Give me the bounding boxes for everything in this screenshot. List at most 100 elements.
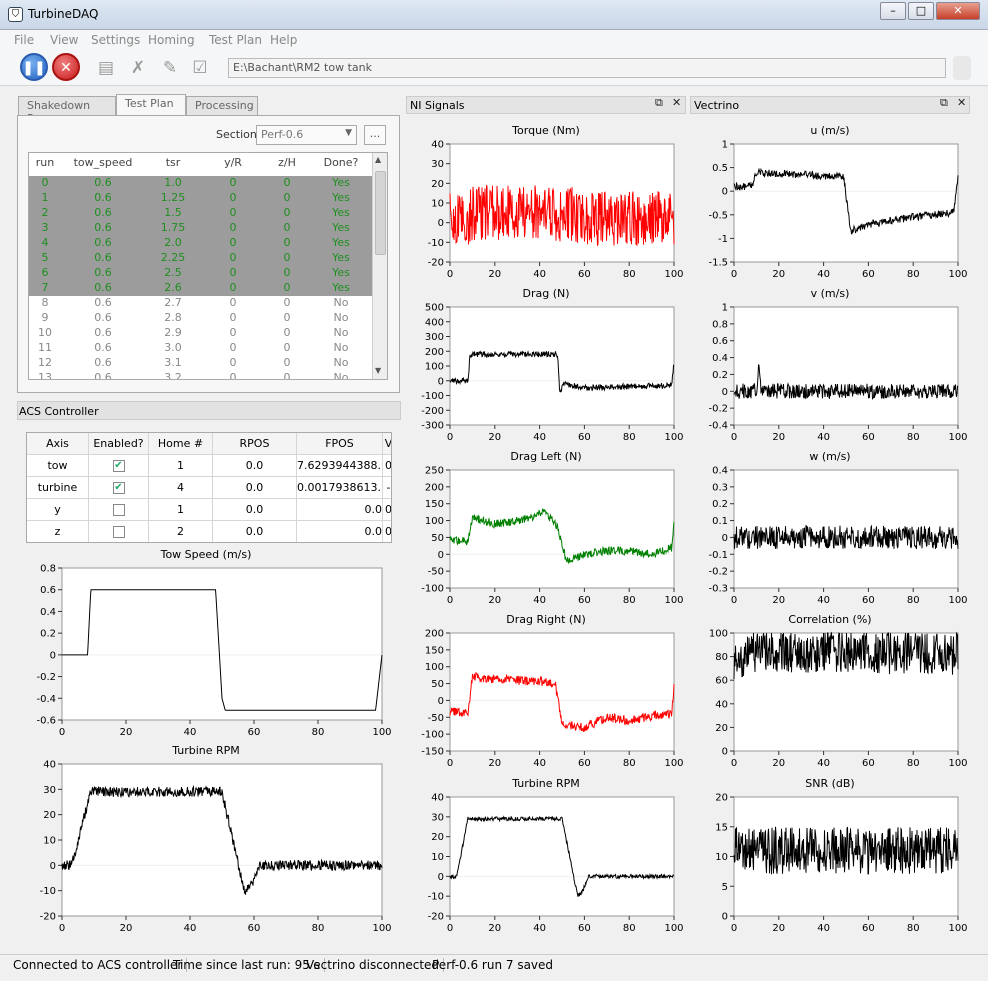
acs-cell-v[interactable]: 0 [383, 455, 391, 477]
acs-cell-axis[interactable]: z [27, 521, 89, 542]
table-row[interactable]: 5 0.6 2.25 0 0 Yes [29, 251, 372, 266]
plot-u[interactable]: u (m/s) 0 20 40 60 80 100 -1.5 -1 -0.5 0 0.5 1 [690, 124, 970, 286]
maximize-button[interactable]: □ [908, 2, 934, 20]
stop-button[interactable]: ✕ [52, 53, 80, 81]
minimize-button[interactable]: – [880, 2, 906, 20]
acs-cell-axis[interactable]: turbine [27, 477, 89, 499]
plot-torque[interactable]: Torque (Nm) 0 20 40 60 80 100 -20 -10 0 10 20 30 40 [406, 124, 686, 286]
plot-canvas[interactable]: 0 20 40 60 80 100 0 5 10 15 20 [690, 791, 970, 938]
enabled-checkbox[interactable] [89, 499, 149, 521]
table-header[interactable]: run tow_speed tsr y/R z/H Done? [29, 156, 372, 171]
plot-drag-left[interactable]: Drag Left (N) 0 20 40 60 80 100 -100 -50 0 50 100 15… [406, 450, 686, 612]
plot-canvas[interactable]: 0 20 40 60 80 100 -100 -50 0 50 100 150 200 250 [406, 464, 686, 610]
scroll-down-icon[interactable]: ▼ [375, 366, 381, 375]
acs-cell-fpos[interactable]: 0.0017938613... [297, 477, 383, 499]
plot-canvas[interactable]: 0 20 40 60 80 100 -0.6 -0.4 -0.2 0 0.2 0.4 0.6 0.8 [18, 562, 394, 742]
table-row[interactable]: 2 0.6 1.5 0 0 Yes [29, 206, 372, 221]
tab-shakedown-run[interactable]: Shakedown Run [18, 96, 116, 125]
plot-v[interactable]: v (m/s) 0 20 40 60 80 100 -0.4 -0.2 0 0.2 0.4 0.6 0.8… [690, 287, 970, 449]
float-icon[interactable]: ⧉ [655, 96, 663, 110]
plot-ni-rpm[interactable]: Turbine RPM 0 20 40 60 80 100 -20 -10 0 10 20 30 40 [406, 777, 686, 940]
acs-axis-table[interactable]: Axis Enabled? Home # RPOS FPOS Vtow ✔ 1 0.0 7.629… [26, 432, 392, 543]
plot-canvas[interactable]: 0 20 40 60 80 100 0 20 40 60 80 100 [690, 627, 970, 773]
acs-cell-fpos[interactable]: 0.0 [297, 521, 383, 542]
close-icon[interactable]: ✕ [957, 96, 966, 109]
checked-icon[interactable]: ✔ [112, 482, 125, 494]
table-row[interactable]: 13 0.6 3.2 0 0 No [29, 371, 372, 379]
table-row[interactable]: 11 0.6 3.0 0 0 No [29, 341, 372, 356]
acs-cell-axis[interactable]: tow [27, 455, 89, 477]
table-row[interactable]: 0 0.6 1.0 0 0 Yes [29, 176, 372, 191]
menu-file[interactable]: File [14, 33, 34, 47]
plan-scrollbar[interactable]: ▲ ▼ [372, 153, 387, 379]
acs-cell-v[interactable]: 0 [383, 521, 391, 542]
plot-canvas[interactable]: 0 20 40 60 80 100 -20 -10 0 10 20 30 40 [406, 791, 686, 938]
unchecked-icon[interactable] [112, 504, 125, 516]
table-row[interactable]: 12 0.6 3.1 0 0 No [29, 356, 372, 371]
table-row[interactable]: 9 0.6 2.8 0 0 No [29, 311, 372, 326]
table-row[interactable]: 7 0.6 2.6 0 0 Yes [29, 281, 372, 296]
printer-icon[interactable]: ▤ [94, 58, 118, 78]
acs-cell-fpos[interactable]: 0.0 [297, 499, 383, 521]
enabled-checkbox[interactable]: ✔ [89, 455, 149, 477]
plot-canvas[interactable]: 0 20 40 60 80 100 -150 -100 -50 0 50 100 150 200 [406, 627, 686, 773]
monitor-check-icon[interactable]: ☑ [188, 58, 212, 78]
scroll-up-icon[interactable]: ▲ [375, 155, 381, 164]
menu-help[interactable]: Help [270, 33, 297, 47]
tab-processing[interactable]: Processing [186, 96, 258, 116]
save-path-field[interactable]: E:\Bachant\RM2 tow tank [228, 58, 946, 78]
scroll-thumb[interactable] [375, 171, 386, 255]
tools-icon[interactable]: ✗ [126, 58, 150, 78]
plot-acs-rpm[interactable]: Turbine RPM 0 20 40 60 80 100 -20 -10 0 10 20 30 40 [18, 744, 394, 940]
plot-w[interactable]: w (m/s) 0 20 40 60 80 100 -0.3 -0.2 -0.1 0 0.1 0.2 0.… [690, 450, 970, 612]
test-plan-table[interactable]: run tow_speed tsr y/R z/H Done? 0 0.6 1.0 0 0 Yes 1 0… [28, 152, 388, 380]
acs-cell-home[interactable]: 4 [149, 477, 213, 499]
table-row[interactable]: 6 0.6 2.5 0 0 Yes [29, 266, 372, 281]
section-dropdown[interactable]: Perf-0.6 ▼ [256, 125, 357, 145]
acs-cell-axis[interactable]: y [27, 499, 89, 521]
menu-test-plan[interactable]: Test Plan [209, 33, 262, 47]
plot-tow-speed[interactable]: Tow Speed (m/s) 0 20 40 60 80 100 -0.6 -0.4 -0.2 0… [18, 548, 394, 744]
acs-cell-home[interactable]: 1 [149, 499, 213, 521]
pause-button[interactable]: ❚❚ [20, 53, 48, 81]
plot-snr[interactable]: SNR (dB) 0 20 40 60 80 100 0 5 10 15 20 [690, 777, 970, 940]
unchecked-icon[interactable] [112, 526, 125, 538]
plot-canvas[interactable]: 0 20 40 60 80 100 -0.3 -0.2 -0.1 0 0.1 0.2 0.3 0.4 [690, 464, 970, 610]
close-icon[interactable]: ✕ [672, 96, 681, 109]
acs-cell-rpos[interactable]: 0.0 [213, 455, 297, 477]
acs-cell-fpos[interactable]: 7.6293944388... [297, 455, 383, 477]
enabled-checkbox[interactable]: ✔ [89, 477, 149, 499]
section-more-button[interactable]: ... [364, 125, 386, 145]
table-row[interactable]: 10 0.6 2.9 0 0 No [29, 326, 372, 341]
plot-drag[interactable]: Drag (N) 0 20 40 60 80 100 -300 -200 -100 0 100 200 3… [406, 287, 686, 449]
plot-canvas[interactable]: 0 20 40 60 80 100 -1.5 -1 -0.5 0 0.5 1 [690, 138, 970, 284]
table-row[interactable]: 3 0.6 1.75 0 0 Yes [29, 221, 372, 236]
acs-cell-v[interactable]: 0 [383, 499, 391, 521]
probe-icon[interactable]: ✎ [158, 58, 182, 78]
acs-cell-rpos[interactable]: 0.0 [213, 499, 297, 521]
tab-test-plan[interactable]: Test Plan [116, 94, 186, 116]
plot-canvas[interactable]: 0 20 40 60 80 100 -300 -200 -100 0 100 200 300 400 500 [406, 301, 686, 447]
plot-canvas[interactable]: 0 20 40 60 80 100 -20 -10 0 10 20 30 40 [406, 138, 686, 284]
y-tick-label: 0.4 [712, 353, 728, 364]
table-row[interactable]: 1 0.6 1.25 0 0 Yes [29, 191, 372, 206]
table-row[interactable]: 4 0.6 2.0 0 0 Yes [29, 236, 372, 251]
table-row[interactable]: 8 0.6 2.7 0 0 No [29, 296, 372, 311]
enabled-checkbox[interactable] [89, 521, 149, 542]
acs-cell-rpos[interactable]: 0.0 [213, 521, 297, 542]
acs-cell-home[interactable]: 1 [149, 455, 213, 477]
menu-homing[interactable]: Homing [148, 33, 195, 47]
checked-icon[interactable]: ✔ [112, 460, 125, 472]
plot-correlation[interactable]: Correlation (%) 0 20 40 60 80 100 0 20 40 60 80 100 [690, 613, 970, 775]
plot-canvas[interactable]: 0 20 40 60 80 100 -0.4 -0.2 0 0.2 0.4 0.6 0.8 1 [690, 301, 970, 447]
menu-settings[interactable]: Settings [91, 33, 140, 47]
acs-cell-home[interactable]: 2 [149, 521, 213, 542]
float-icon[interactable]: ⧉ [940, 96, 948, 110]
close-button[interactable]: ✕ [936, 2, 980, 20]
plot-canvas[interactable]: 0 20 40 60 80 100 -20 -10 0 10 20 30 40 [18, 758, 394, 938]
plot-drag-right[interactable]: Drag Right (N) 0 20 40 60 80 100 -150 -100 -50 0 50… [406, 613, 686, 775]
menu-view[interactable]: View [50, 33, 78, 47]
browse-folder-button[interactable] [953, 56, 971, 80]
acs-cell-rpos[interactable]: 0.0 [213, 477, 297, 499]
acs-cell-v[interactable]: - [383, 477, 391, 499]
